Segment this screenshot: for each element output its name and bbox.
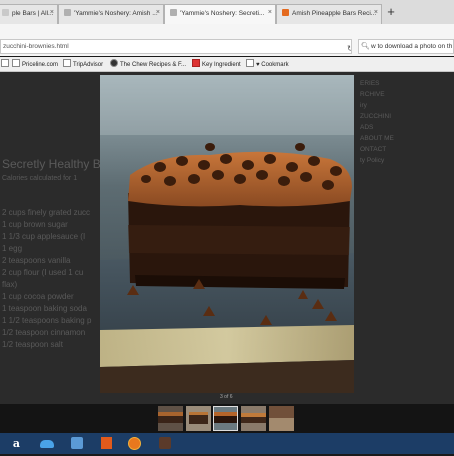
thumbnail-image bbox=[214, 407, 237, 430]
ingredient-line: 1 1/2 teaspoons baking p bbox=[2, 316, 92, 325]
close-tab-icon[interactable]: × bbox=[268, 9, 272, 16]
tab-favicon-icon bbox=[64, 9, 71, 16]
ingredient-line: 1/2 teaspoon cinnamon bbox=[2, 328, 86, 337]
ingredient-line: 1 1/3 cup applesauce (I bbox=[2, 232, 86, 241]
sidebar-link: ZUCCHINI bbox=[360, 113, 392, 120]
tab-yammies-amish[interactable]: 'Yammie's Noshery: Amish ... × bbox=[58, 4, 164, 24]
reload-icon[interactable]: ↻ bbox=[347, 42, 351, 53]
key-ingredient-icon bbox=[192, 59, 200, 67]
thumbnail-image bbox=[186, 406, 211, 431]
tab-favicon-icon bbox=[2, 9, 9, 16]
brownie-photo bbox=[100, 75, 354, 393]
sidebar-link: ty Policy bbox=[360, 157, 385, 164]
ingredient-line: 1 teaspoon baking soda bbox=[2, 304, 87, 313]
ingredient-line: 2 teaspoons vanilla bbox=[2, 256, 71, 265]
sidebar-link: RCHIVE bbox=[360, 91, 385, 98]
tab-favicon-icon bbox=[282, 9, 289, 16]
tab-label: 'Yammie's Noshery: Secreti... bbox=[180, 10, 265, 17]
sidebar-link: iry bbox=[360, 102, 367, 109]
sidebar-link: ONTACT bbox=[360, 146, 387, 153]
amazon-icon[interactable]: a bbox=[8, 435, 25, 452]
tab-label: Amish Pineapple Bars Reci... bbox=[292, 10, 377, 17]
thumbnail-strip bbox=[0, 404, 454, 433]
recipe-heading: Secretly Healthy B bbox=[2, 157, 101, 171]
tab-amish-pineapple-bars[interactable]: Amish Pineapple Bars Reci... × bbox=[276, 4, 382, 24]
new-tab-button[interactable]: + bbox=[383, 3, 399, 21]
thumbnail-image bbox=[269, 406, 294, 431]
bookmarks-toolbar: Priceline.com TripAdvisor The Chew Recip… bbox=[0, 57, 454, 72]
thumbnail-3-selected[interactable] bbox=[213, 406, 238, 431]
bookmark-page-icon bbox=[246, 59, 254, 67]
tab-label: 'Yammie's Noshery: Amish ... bbox=[74, 10, 158, 17]
tab-yammies-secretly-active[interactable]: 'Yammie's Noshery: Secreti... × bbox=[164, 4, 276, 25]
bookmark-label: The Chew Recipes & F... bbox=[120, 62, 187, 68]
recipe-subheading: Calories calculated for 1 bbox=[2, 175, 78, 182]
ingredient-line: 1 egg bbox=[2, 244, 23, 253]
bookmark-priceline[interactable]: Priceline.com bbox=[12, 59, 58, 68]
thumbnail-2[interactable] bbox=[186, 406, 211, 431]
sidebar-link: ABOUT ME bbox=[360, 135, 394, 142]
bookmark-key-ingredient[interactable]: Key Ingredient bbox=[192, 59, 241, 68]
search-text: w to download a photo on th bbox=[371, 43, 453, 50]
bookmark-tripadvisor[interactable]: TripAdvisor bbox=[63, 59, 103, 68]
close-tab-icon[interactable]: × bbox=[156, 9, 160, 16]
close-tab-icon[interactable]: × bbox=[374, 9, 378, 16]
ingredient-line: 1 cup cocoa powder bbox=[2, 292, 74, 301]
ingredient-line: 2 cup flour (I used 1 cu bbox=[2, 268, 84, 277]
ingredient-line: flax) bbox=[2, 280, 18, 289]
thumbnail-5[interactable] bbox=[269, 406, 294, 431]
firefox-icon[interactable] bbox=[126, 435, 143, 452]
bookmark-page-icon bbox=[1, 59, 9, 67]
media-player-icon[interactable] bbox=[156, 435, 173, 452]
bookmark-blank[interactable] bbox=[1, 59, 11, 68]
lightbox-photo[interactable] bbox=[100, 75, 354, 393]
close-tab-icon[interactable]: × bbox=[50, 9, 54, 16]
search-bar[interactable]: 🔍︎ w to download a photo on th bbox=[358, 39, 454, 54]
tab-bar: ple Bars | All... × 'Yammie's Noshery: Am… bbox=[0, 0, 454, 25]
bookmark-label: Key Ingredient bbox=[202, 62, 241, 68]
bookmark-cookmark[interactable]: ♥ Cookmark bbox=[246, 59, 289, 68]
photo-counter: 3 of 6 bbox=[220, 394, 233, 400]
bookmark-page-icon bbox=[12, 59, 20, 67]
office-icon[interactable] bbox=[98, 435, 115, 452]
tab-favicon-icon bbox=[170, 9, 177, 16]
thumbnail-1[interactable] bbox=[158, 406, 183, 431]
address-bar[interactable]: zucchini-brownies.html ↻ bbox=[0, 39, 352, 54]
thumbnail-image bbox=[158, 406, 183, 431]
sidebar-link: ERIES bbox=[360, 80, 380, 87]
address-text: zucchini-brownies.html bbox=[3, 43, 69, 50]
ingredient-line: 1/2 teaspoon salt bbox=[2, 340, 63, 349]
page-content-dimmed: Secretly Healthy B Calories calculated f… bbox=[0, 72, 454, 404]
app-store-icon[interactable] bbox=[68, 435, 85, 452]
onedrive-icon[interactable] bbox=[38, 435, 55, 452]
bookmark-label: TripAdvisor bbox=[73, 62, 104, 68]
bookmark-the-chew[interactable]: The Chew Recipes & F... bbox=[110, 59, 186, 68]
sidebar-link: ADS bbox=[360, 124, 374, 131]
tab-pineapple-bars-all[interactable]: ple Bars | All... × bbox=[0, 4, 58, 24]
windows-taskbar: a bbox=[0, 433, 454, 454]
thumbnail-image bbox=[241, 406, 266, 431]
thumbnail-4[interactable] bbox=[241, 406, 266, 431]
chew-logo-icon bbox=[110, 59, 118, 67]
navigation-bar: zucchini-brownies.html ↻ 🔍︎ w to downloa… bbox=[0, 24, 454, 56]
search-icon: 🔍︎ bbox=[361, 43, 370, 50]
ingredient-line: 1 cup brown sugar bbox=[2, 220, 68, 229]
ingredient-line: 2 cups finely grated zucc bbox=[2, 208, 91, 217]
bookmark-label: ♥ Cookmark bbox=[256, 62, 289, 68]
bookmark-page-icon bbox=[63, 59, 71, 67]
bookmark-label: Priceline.com bbox=[22, 62, 59, 68]
tab-label: ple Bars | All... bbox=[12, 10, 54, 17]
